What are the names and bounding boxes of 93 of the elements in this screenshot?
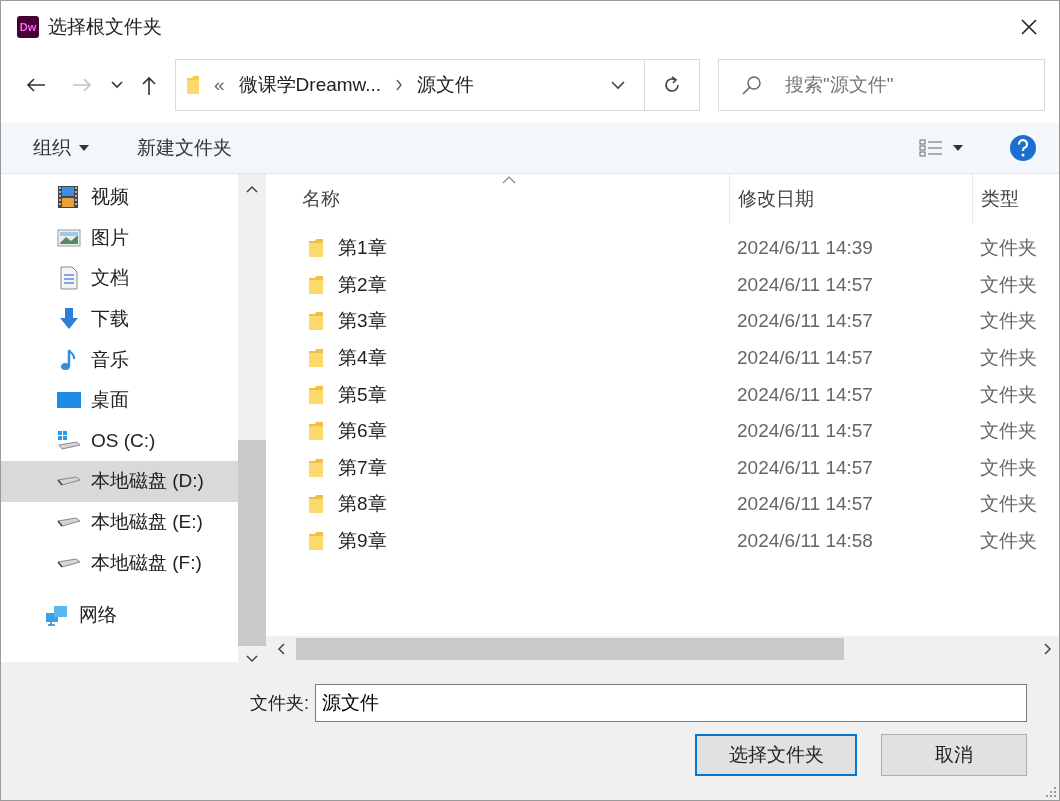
cancel-button[interactable]: 取消 xyxy=(881,734,1027,776)
folder-icon xyxy=(308,274,324,295)
scroll-thumb[interactable] xyxy=(296,638,844,660)
folder-icon xyxy=(308,421,324,442)
date-cell-text: 2024/6/11 14:57 xyxy=(736,419,874,444)
sidebar-item[interactable]: 本地磁盘 (D:) xyxy=(1,461,238,502)
chevron-down-icon[interactable] xyxy=(610,80,626,90)
overflow-chevron[interactable]: « xyxy=(214,74,225,96)
type-cell-text: 文件夹 xyxy=(979,455,1038,480)
folder-name[interactable]: 第7章 xyxy=(338,454,387,481)
drive-icon xyxy=(57,557,81,568)
sidebar-item[interactable]: OS (C:) xyxy=(1,420,238,462)
sidebar-item[interactable]: 桌面 xyxy=(1,379,238,421)
sidebar-item[interactable]: 文档 xyxy=(1,258,238,299)
resize-grip-icon xyxy=(1046,787,1056,797)
search-icon xyxy=(740,75,762,95)
folder-icon xyxy=(308,348,324,369)
view-options-button[interactable] xyxy=(919,138,963,158)
type-cell-text: 文件夹 xyxy=(979,419,1038,444)
folder-name[interactable]: 第9章 xyxy=(338,528,387,555)
system-drive-icon xyxy=(57,428,81,453)
type-cell-text: 文件夹 xyxy=(979,272,1038,297)
new-folder-button[interactable]: 新建文件夹 xyxy=(137,135,232,161)
date-cell-text: 2024/6/11 14:57 xyxy=(736,455,874,480)
refresh-icon xyxy=(662,75,682,95)
sidebar-item[interactable]: 本地磁盘 (E:) xyxy=(1,501,238,543)
folder-name[interactable]: 第2章 xyxy=(338,271,387,298)
column-header[interactable]: 类型 xyxy=(972,174,1059,224)
window-title: 选择根文件夹 xyxy=(48,15,162,39)
folder-icon xyxy=(186,75,200,95)
list-view-icon xyxy=(919,138,943,158)
up-arrow-icon[interactable] xyxy=(140,75,158,95)
scroll-thumb[interactable] xyxy=(238,440,266,646)
folder-icon xyxy=(308,457,324,478)
folder-label: 文件夹: xyxy=(250,692,309,715)
date-cell-text: 2024/6/11 14:57 xyxy=(736,382,874,407)
scroll-up-icon xyxy=(245,184,259,194)
date-cell-text: 2024/6/11 14:57 xyxy=(736,346,874,371)
folder-icon xyxy=(308,531,324,552)
folder-name[interactable]: 第4章 xyxy=(338,345,387,372)
type-cell-text: 文件夹 xyxy=(979,346,1038,371)
drive-icon xyxy=(57,517,81,528)
refresh-button[interactable] xyxy=(645,59,700,111)
close-icon xyxy=(1020,18,1038,36)
sidebar-item[interactable]: 网络 xyxy=(1,594,238,636)
date-cell-text: 2024/6/11 14:57 xyxy=(736,309,874,334)
help-icon xyxy=(1009,134,1037,162)
search-field[interactable]: 搜索"源文件" xyxy=(718,59,1045,111)
folder-name[interactable]: 第6章 xyxy=(338,418,387,445)
network-icon xyxy=(45,603,69,628)
dropdown-caret-icon xyxy=(953,145,963,151)
select-folder-button[interactable]: 选择文件夹 xyxy=(695,734,857,776)
type-cell-text: 文件夹 xyxy=(979,529,1038,554)
type-cell-text: 文件夹 xyxy=(979,236,1038,261)
document-icon xyxy=(57,266,81,291)
type-cell-text: 文件夹 xyxy=(979,382,1038,407)
type-cell-text: 文件夹 xyxy=(979,492,1038,517)
help-button[interactable] xyxy=(1009,134,1037,162)
breadcrumb[interactable]: 源文件 xyxy=(417,72,475,98)
chevron-right-icon xyxy=(395,78,404,92)
folder-icon xyxy=(308,494,324,515)
column-header[interactable]: 名称 xyxy=(266,174,729,224)
sidebar-item[interactable]: 视频 xyxy=(1,177,238,218)
date-cell-text: 2024/6/11 14:39 xyxy=(736,236,874,261)
organize-menu[interactable]: 组织 xyxy=(33,135,89,161)
app-logo: Dw xyxy=(17,16,39,38)
address-bar[interactable]: « 微课学Dreamw... 源文件 xyxy=(175,59,645,111)
date-cell-text: 2024/6/11 14:57 xyxy=(736,272,874,297)
type-cell-text: 文件夹 xyxy=(979,309,1038,334)
sidebar-item[interactable]: 图片 xyxy=(1,217,238,259)
drive-icon xyxy=(57,476,81,487)
scroll-down-icon xyxy=(245,654,259,664)
folder-icon xyxy=(308,238,324,259)
folder-name[interactable]: 第5章 xyxy=(338,381,387,408)
column-header[interactable]: 修改日期 xyxy=(729,174,972,224)
folder-icon xyxy=(308,311,324,332)
dropdown-caret-icon xyxy=(79,145,89,151)
sidebar-item[interactable]: 本地磁盘 (F:) xyxy=(1,542,238,583)
film-icon xyxy=(57,185,81,210)
breadcrumb[interactable]: 微课学Dreamw... xyxy=(238,72,382,98)
folder-name[interactable]: 第1章 xyxy=(338,235,387,262)
sidebar-item[interactable]: 下载 xyxy=(1,298,238,340)
scroll-left-icon xyxy=(276,642,286,656)
date-cell-text: 2024/6/11 14:58 xyxy=(736,529,874,554)
vertical-scrollbar[interactable] xyxy=(238,174,266,662)
folder-name[interactable]: 第8章 xyxy=(338,491,387,518)
scroll-right-icon xyxy=(1043,642,1053,656)
folder-icon xyxy=(308,384,324,405)
folder-name-field[interactable]: 源文件 xyxy=(315,684,1027,722)
horizontal-scrollbar[interactable] xyxy=(266,636,1059,662)
date-cell-text: 2024/6/11 14:57 xyxy=(736,492,874,517)
folder-name[interactable]: 第3章 xyxy=(338,308,387,335)
sidebar-item[interactable]: 音乐 xyxy=(1,339,238,380)
